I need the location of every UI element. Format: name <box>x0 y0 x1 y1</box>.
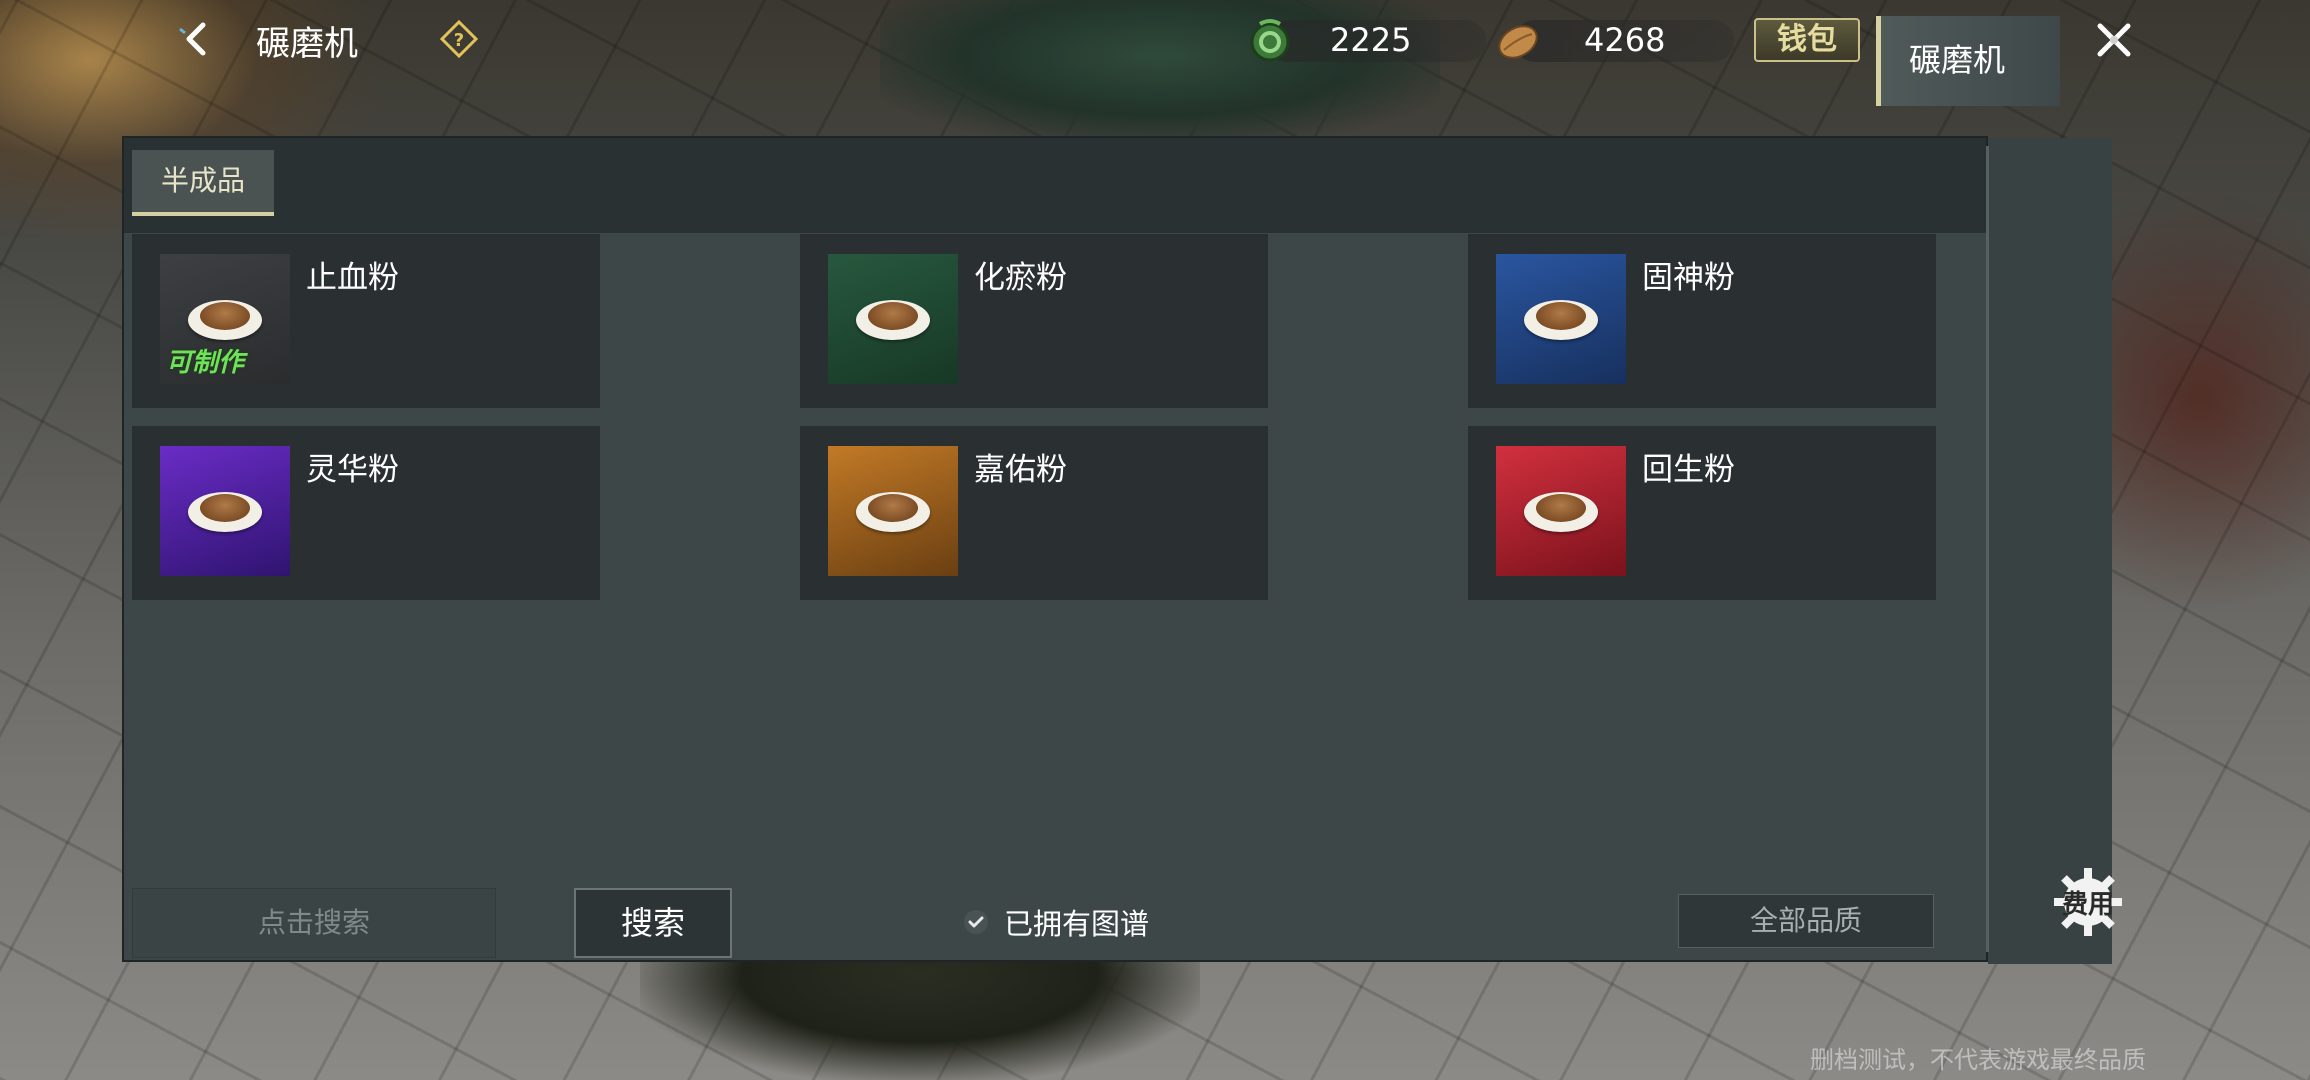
item-name: 固神粉 <box>1642 260 1735 296</box>
close-x-icon <box>2097 23 2131 57</box>
item-thumbnail <box>1496 254 1626 384</box>
checkbox[interactable] <box>962 908 990 936</box>
cost-label: 费用 <box>2061 890 2114 920</box>
currency-amount: 2225 <box>1330 21 1412 59</box>
green-coin-icon <box>1250 19 1290 62</box>
powder-icon <box>1536 494 1586 522</box>
owned-recipes-label: 已拥有图谱 <box>1004 907 1150 941</box>
page-title: 碾磨机 <box>256 24 358 64</box>
check-icon <box>964 910 988 934</box>
item-name: 嘉佑粉 <box>974 452 1067 488</box>
cost-button[interactable]: 费用 <box>2052 866 2124 938</box>
item-thumbnail <box>828 446 958 576</box>
powder-icon <box>1536 302 1586 330</box>
item-card[interactable]: 回生粉 <box>1468 426 1936 600</box>
powder-icon <box>868 302 918 330</box>
powder-icon <box>200 302 250 330</box>
owned-recipes-toggle[interactable]: 已拥有图谱 <box>962 902 1149 942</box>
search-input[interactable]: 点击搜索 <box>132 888 496 958</box>
item-thumbnail <box>828 254 958 384</box>
item-card[interactable]: 嘉佑粉 <box>800 426 1268 600</box>
item-thumbnail <box>1496 446 1626 576</box>
item-thumbnail: 可制作 <box>160 254 290 384</box>
item-name: 化瘀粉 <box>974 260 1067 296</box>
tab-strip <box>124 138 1986 233</box>
craftable-badge: 可制作 <box>166 348 245 378</box>
item-card[interactable]: 固神粉 <box>1468 234 1936 408</box>
side-panel <box>1988 138 2112 964</box>
bean-token-icon <box>1498 25 1538 59</box>
item-name: 止血粉 <box>306 260 399 296</box>
question-diamond-icon: ? <box>439 19 479 59</box>
svg-text:?: ? <box>454 30 464 51</box>
search-button[interactable]: 搜索 <box>574 888 732 958</box>
item-card[interactable]: 可制作 止血粉 <box>132 234 600 408</box>
quality-dropdown[interactable]: 全部品质 <box>1678 894 1934 948</box>
chevron-left-icon <box>179 22 206 56</box>
side-tab-grinder[interactable]: 碾磨机 <box>1876 16 2060 106</box>
currency-bean-token: 4268 <box>1494 14 1734 66</box>
item-thumbnail <box>160 446 290 576</box>
item-card[interactable]: 化瘀粉 <box>800 234 1268 408</box>
wallet-button[interactable]: 钱包 <box>1754 18 1860 62</box>
powder-icon <box>200 494 250 522</box>
crafting-panel: 半成品 可制作 止血粉 化瘀粉 固神粉 灵华粉 嘉佑粉 回生粉 点击搜索 搜索 … <box>122 136 2112 964</box>
item-card[interactable]: 灵华粉 <box>132 426 600 600</box>
powder-icon <box>868 494 918 522</box>
back-button[interactable] <box>172 14 222 64</box>
item-name: 回生粉 <box>1642 452 1735 488</box>
tab-semi-finished[interactable]: 半成品 <box>132 150 274 216</box>
currency-green-coin: 2225 <box>1246 14 1486 66</box>
watermark-text: 删档测试，不代表游戏最终品质 <box>1810 1046 2146 1074</box>
close-button[interactable] <box>2086 12 2142 68</box>
item-name: 灵华粉 <box>306 452 399 488</box>
divider <box>1986 146 1989 952</box>
help-button[interactable]: ? <box>439 19 479 59</box>
currency-amount: 4268 <box>1584 21 1666 59</box>
